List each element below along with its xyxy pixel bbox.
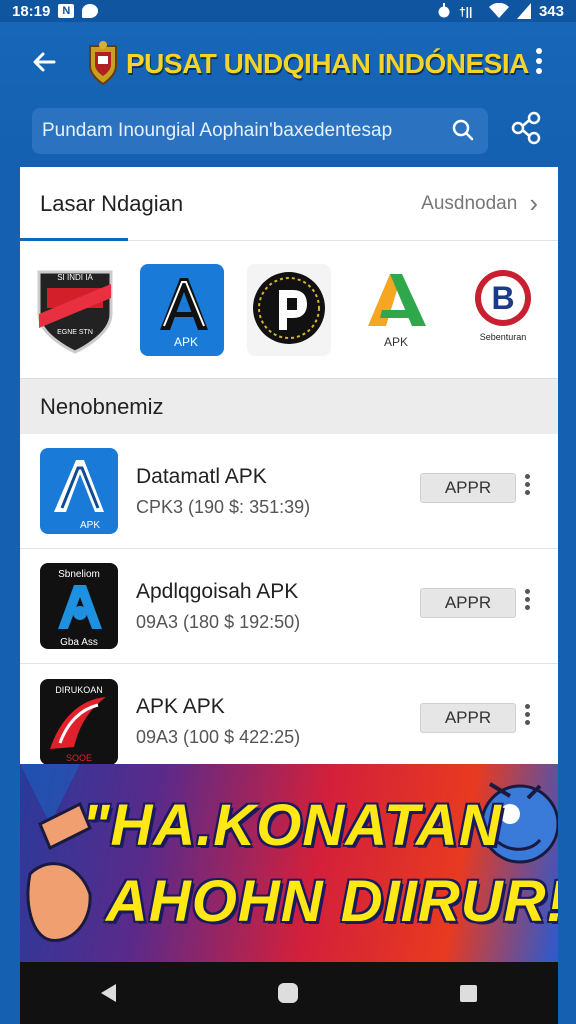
featured-section-header: Lasar Ndagian Ausdnodan › (20, 167, 558, 241)
main-content: Lasar Ndagian Ausdnodan › SI INDI IA EGN… (20, 167, 558, 765)
app-tile-p-circle[interactable] (246, 263, 331, 356)
chevron-right-icon: › (529, 188, 538, 218)
app-tile-2-label: APK (174, 335, 198, 349)
list-section-header: Nenobnemiz (20, 378, 558, 434)
app-meta: 09A3 (100 $ 422:25) (136, 727, 301, 747)
signal-icon: †|| (459, 5, 472, 18)
promo-banner[interactable]: "HA.KONATAN AHOHN DIIRUR! (20, 764, 558, 962)
system-nav-bar (20, 962, 558, 1024)
svg-text:EGNE STN: EGNE STN (57, 329, 93, 336)
app-icon-bottom-label: SOOE (66, 753, 92, 763)
letter-a-icon: APK (54, 460, 104, 531)
battery-level: 343 (538, 2, 564, 20)
featured-apps-row: SI INDI IA EGNE STN APK APK B Sebenturan (20, 241, 558, 378)
item-overflow-icon[interactable] (523, 589, 531, 617)
app-icon-top-label: DIRUKOAN (55, 685, 103, 695)
app-tile-4-label: APK (384, 335, 408, 349)
banner-headline-line1: "HA.KONATAN (82, 793, 502, 858)
letter-a-blue-icon: Sbneliom Gba Ass (58, 569, 102, 648)
list-section-title: Nenobnemiz (40, 393, 164, 419)
app-name: Datamatl APK (136, 464, 267, 488)
letter-p-icon (252, 271, 325, 344)
share-icon[interactable] (510, 110, 542, 146)
list-item[interactable]: Sbneliom Gba Ass Apdlqgoisah APK 09A3 (1… (20, 549, 558, 664)
tab-indicator (20, 238, 128, 241)
app-icon-label: APK (80, 520, 100, 531)
app-tile-shield[interactable]: SI INDI IA EGNE STN (33, 263, 118, 356)
nav-home-icon[interactable] (278, 983, 298, 1003)
badge-b-icon: B Sebenturan (474, 269, 531, 342)
app-meta: 09A3 (180 $ 192:50) (136, 611, 301, 632)
app-icon-apdlqgoisah: Sbneliom Gba Ass (40, 563, 118, 649)
crest-logo-icon (89, 41, 117, 86)
featured-section-title: Lasar Ndagian (40, 190, 184, 216)
status-time: 18:19 (12, 2, 51, 20)
cell-signal-icon (516, 3, 531, 19)
list-item[interactable]: DIRUKOAN SOOE APK APK 09A3 (100 $ 422:25… (20, 664, 558, 779)
banner-headline-line2: AHOHN DIIRUR! (106, 869, 558, 934)
install-button[interactable]: APPR (420, 703, 516, 733)
app-tile-apk-blue[interactable]: APK (140, 263, 225, 356)
letter-a-icon: APK (160, 277, 209, 349)
chat-bubble-icon (82, 4, 99, 18)
app-name: APK APK (136, 695, 225, 718)
red-swoosh-icon: DIRUKOAN SOOE (50, 685, 106, 763)
nav-back-icon[interactable] (101, 984, 116, 1002)
install-button[interactable]: APPR (420, 588, 516, 618)
notification-n-icon: N (58, 4, 75, 18)
back-arrow-icon[interactable] (30, 48, 70, 78)
item-overflow-icon[interactable] (523, 474, 531, 502)
install-button[interactable]: APPR (420, 473, 516, 503)
status-bar: 18:19 N †|| 343 (0, 0, 576, 22)
app-bar: PUSAT UNDQIHAN INDÓNESIA Pundam Inoungia… (0, 22, 576, 167)
see-more-label: Ausdnodan (421, 192, 518, 214)
app-tile-apk-green[interactable]: APK (353, 263, 438, 356)
nav-recents-icon[interactable] (460, 984, 477, 1002)
search-icon[interactable] (452, 119, 474, 141)
svg-text:SI INDI IA: SI INDI IA (58, 273, 94, 282)
app-meta: CPK3 (190 $: 351:39) (136, 496, 311, 517)
app-title: PUSAT UNDQIHAN INDÓNESIA (126, 48, 529, 79)
list-item[interactable]: APK Datamatl APK CPK3 (190 $: 351:39) AP… (20, 434, 558, 549)
svg-text:B: B (491, 280, 514, 316)
search-input[interactable]: Pundam Inoungial Aophain'baxedentesap (32, 108, 488, 154)
app-tile-badge-b[interactable]: B Sebenturan (460, 263, 545, 356)
app-name: Apdlqgoisah APK (136, 579, 299, 603)
see-more-link[interactable]: Ausdnodan › (421, 188, 538, 219)
app-icon-datamatl: APK (40, 448, 118, 534)
svg-text:†||: †|| (459, 5, 472, 18)
app-icon-top-label: Sbneliom (58, 569, 100, 580)
letter-a-green-icon: APK (367, 273, 426, 349)
shield-logo-icon: SI INDI IA EGNE STN (37, 270, 113, 354)
wifi-icon (488, 3, 509, 18)
app-tile-5-label: Sebenturan (479, 332, 526, 342)
overflow-menu-icon[interactable] (534, 48, 544, 78)
alarm-icon (438, 3, 450, 18)
app-icon-apk: DIRUKOAN SOOE (40, 678, 118, 765)
app-icon-bottom-label: Gba Ass (60, 637, 98, 648)
item-overflow-icon[interactable] (523, 704, 531, 732)
search-placeholder: Pundam Inoungial Aophain'baxedentesap (42, 120, 393, 141)
